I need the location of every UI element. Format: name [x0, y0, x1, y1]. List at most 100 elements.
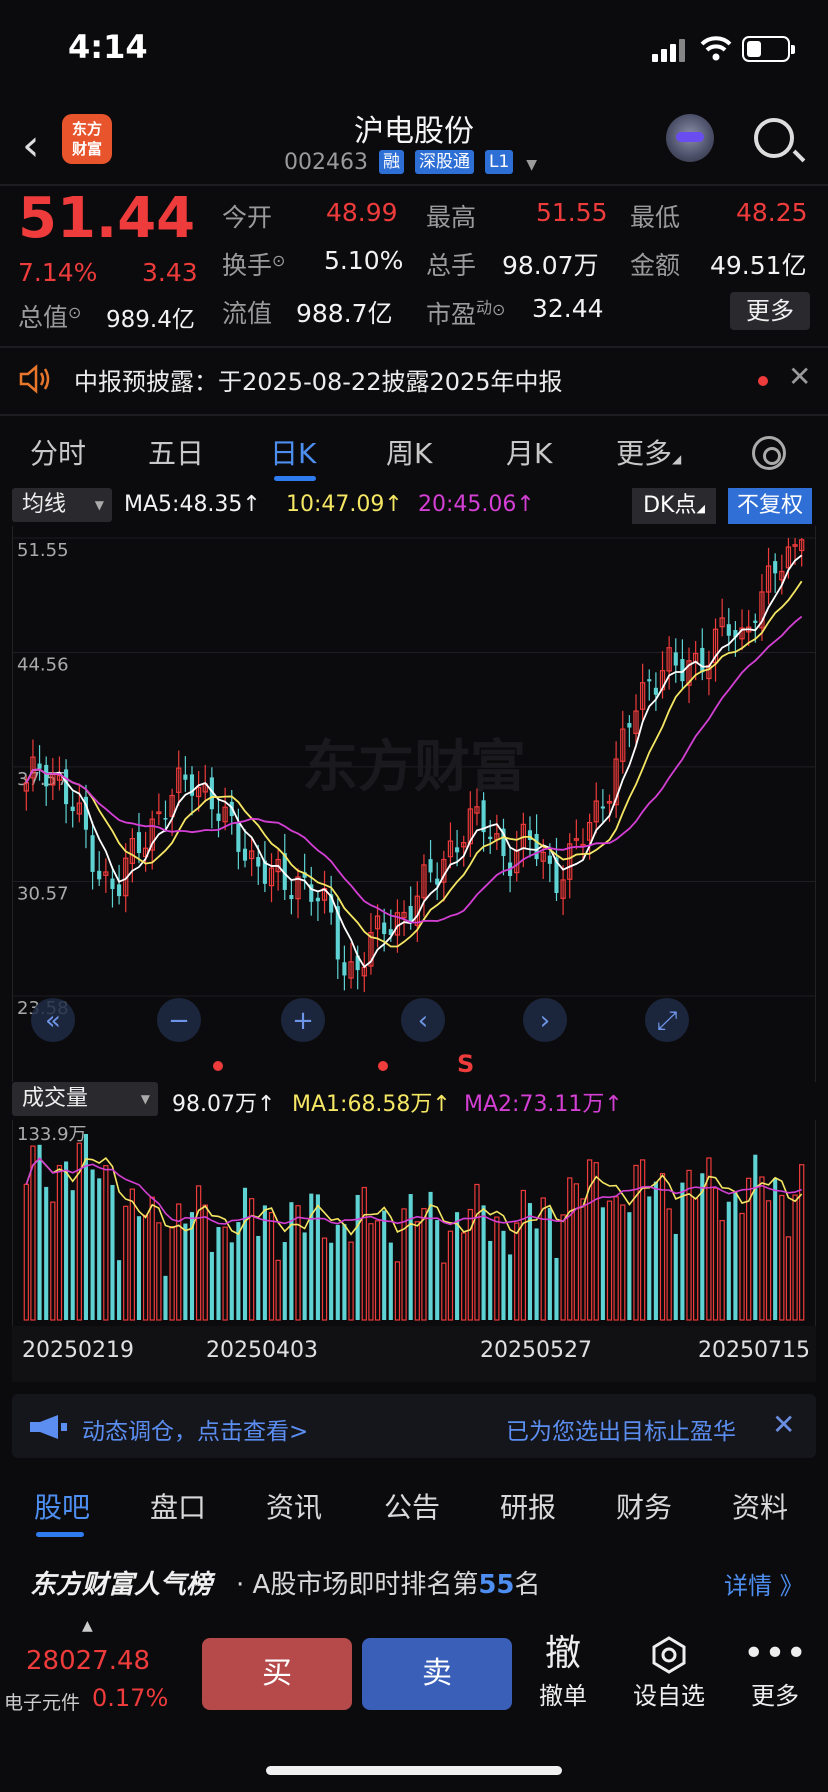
indicator-select[interactable]: 均线 ▼	[12, 488, 112, 522]
sell-button[interactable]: 卖	[362, 1638, 512, 1710]
volume-bar	[686, 1169, 692, 1321]
notice-text: 中报预披露：于2025-08-22披露2025年中报	[74, 368, 563, 396]
promo-strip[interactable]: 动态调仓，点击查看> 已为您选出目标止盈华 ✕	[12, 1394, 816, 1458]
volume-bar	[56, 1164, 63, 1321]
volume-bar	[209, 1251, 214, 1320]
kline-chart[interactable]: 51.5544.5637.5730.5723.58东方财富«−+‹›⤢S	[12, 526, 816, 1082]
tab-monthly-k[interactable]: 月K	[506, 432, 552, 472]
volume-indicator-select[interactable]: 成交量 ▼	[12, 1082, 158, 1116]
volume-bar	[229, 1242, 234, 1320]
tab-five-day[interactable]: 五日	[148, 432, 204, 472]
volume-bar	[712, 1187, 719, 1321]
tab-underline	[274, 476, 316, 481]
volume-bar	[785, 1236, 792, 1321]
volume-bar	[759, 1176, 765, 1321]
volume-bar	[282, 1242, 287, 1320]
tag-margin: 融	[378, 150, 404, 174]
volume-bar	[726, 1201, 731, 1320]
volume-bar	[136, 1216, 142, 1320]
tab-weekly-k[interactable]: 周K	[386, 432, 432, 472]
volume-bar	[441, 1262, 447, 1321]
tab-daily-k[interactable]: 日K	[270, 432, 316, 472]
tab-news[interactable]: 资讯	[266, 1486, 322, 1526]
close-icon[interactable]: ✕	[772, 1408, 795, 1441]
tab-guba[interactable]: 股吧	[34, 1486, 90, 1526]
volume-bar	[547, 1207, 552, 1320]
date-tick: 20250219	[22, 1338, 134, 1363]
candle-body	[342, 962, 347, 976]
tab-profile[interactable]: 资料	[732, 1486, 788, 1526]
zoom-out-button-glyph: −	[168, 1006, 190, 1036]
more-actions-button[interactable]: ••• 更多	[730, 1632, 820, 1711]
date-tick: 20250715	[698, 1338, 810, 1363]
volume-bar	[129, 1188, 136, 1321]
volume-bar	[593, 1162, 599, 1321]
promo-text-1: 动态调仓，点击查看>	[82, 1419, 309, 1445]
volume-bar	[494, 1216, 500, 1321]
rank-brand: 东方财富人气榜	[30, 1570, 213, 1600]
candle-body	[408, 905, 413, 922]
volume-bar	[765, 1200, 772, 1321]
change-pct: 7.14%	[18, 258, 98, 287]
tab-intraday[interactable]: 分时	[30, 432, 86, 472]
stock-code-line[interactable]: 002463 融 深股通 L1 ▼	[284, 150, 537, 175]
popularity-rank[interactable]: 东方财富人气榜 · A股市场即时排名第55名 详情 》	[0, 1548, 828, 1616]
volume-bar	[169, 1226, 175, 1321]
robot-assistant-icon[interactable]	[666, 114, 714, 162]
rank-text: · A股市场即时排名第55名	[236, 1570, 541, 1600]
sector-index-value[interactable]: 28027.48	[26, 1646, 150, 1676]
volume-bar	[64, 1161, 69, 1320]
more-quote-button[interactable]: 更多	[730, 292, 810, 330]
volume-bar	[540, 1197, 546, 1321]
volume-bar	[666, 1208, 672, 1321]
candle-body	[97, 870, 102, 880]
volume-chart[interactable]: 133.9万	[12, 1120, 816, 1326]
volume-bar	[554, 1257, 559, 1320]
volume-bar	[222, 1226, 228, 1321]
volume-bar	[719, 1219, 725, 1321]
prev-button-glyph: ‹	[418, 1006, 428, 1036]
search-icon[interactable]	[754, 118, 794, 158]
open-value: 48.99	[326, 198, 398, 227]
battery-icon	[742, 36, 795, 62]
gear-icon[interactable]	[752, 436, 786, 470]
volume-bar	[382, 1210, 387, 1320]
high-value: 51.55	[536, 198, 608, 227]
volume-bar	[647, 1196, 652, 1320]
volume-bar	[700, 1173, 705, 1320]
low-value: 48.25	[736, 198, 808, 227]
tab-research[interactable]: 研报	[500, 1486, 556, 1526]
close-icon[interactable]: ✕	[788, 360, 811, 393]
kline-svg: 51.5544.5637.5730.5723.58东方财富«−+‹›⤢S	[13, 537, 815, 1078]
vol-ma2-label: MA2:73.11万↑	[464, 1092, 623, 1117]
candle-body	[90, 835, 95, 872]
candle-body	[183, 774, 188, 780]
notice-bar[interactable]: 中报预披露：于2025-08-22披露2025年中报 ✕	[0, 350, 828, 410]
tab-finance[interactable]: 财务	[616, 1486, 672, 1526]
volume-bar	[256, 1235, 261, 1320]
tab-more[interactable]: 更多◢	[616, 432, 681, 472]
ellipsis-icon: •••	[743, 1633, 807, 1674]
candle-body	[726, 624, 731, 636]
y-axis-label: 44.56	[17, 654, 69, 675]
unread-dot	[758, 376, 768, 386]
volume-bar	[779, 1194, 785, 1321]
dk-point-button[interactable]: DK点◢	[632, 488, 716, 524]
add-watchlist-button[interactable]: 设自选	[624, 1632, 714, 1711]
volume-bar	[580, 1198, 586, 1321]
rank-detail-link[interactable]: 详情 》	[724, 1566, 804, 1601]
cancel-order-button[interactable]: 撤 撤单	[518, 1632, 608, 1711]
change-value: 3.43	[142, 258, 198, 287]
volume-bar	[156, 1222, 162, 1321]
tab-pankou[interactable]: 盘口	[150, 1486, 206, 1526]
volume-bar	[394, 1261, 401, 1321]
tab-announcements[interactable]: 公告	[384, 1486, 440, 1526]
adjust-toggle-button[interactable]: 不复权	[728, 488, 812, 524]
candle-body	[653, 687, 658, 695]
buy-button[interactable]: 买	[202, 1638, 352, 1710]
amount-value: 49.51亿	[710, 251, 807, 280]
volume-bar	[733, 1191, 738, 1320]
status-bar: 4:14	[0, 0, 828, 100]
volume-bar	[606, 1200, 613, 1321]
marker-dot	[213, 1061, 223, 1071]
